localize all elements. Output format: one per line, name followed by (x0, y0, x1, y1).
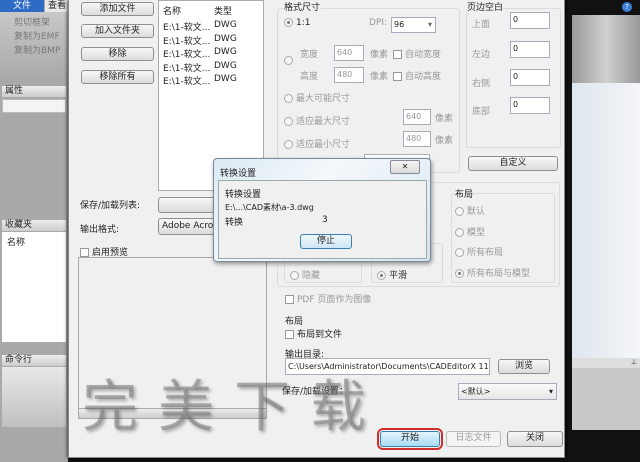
one-to-one-label: 1:1 (296, 18, 311, 28)
browse-button[interactable]: 浏览 (498, 359, 550, 374)
radio-max-size[interactable]: 最大可能尺寸 (284, 91, 350, 104)
layout-to-file-checkbox[interactable]: 布局到文件 (285, 327, 342, 340)
ribbon-copy-bmp[interactable]: 复制为BMP (14, 43, 60, 56)
col-name[interactable]: 名称 (163, 4, 181, 17)
right-panel: ? ⊥ (565, 0, 640, 462)
radio-layout-all[interactable]: 所有布局 (455, 245, 503, 258)
file-row-type[interactable]: DWG (214, 61, 237, 71)
log-file-button[interactable]: 日志文件 (446, 431, 501, 447)
layout-section-label: 布局 (285, 317, 304, 327)
close-icon: ✕ (401, 162, 409, 171)
radio-smooth[interactable]: 平滑 (377, 268, 407, 281)
progress-convert-count: 3 (322, 215, 328, 225)
layout-options-group: 布局 默认 模型 所有布局 所有布局与模型 (451, 187, 555, 283)
file-row-name[interactable]: E:\1-软文... (163, 61, 210, 74)
file-row-type[interactable]: DWG (214, 47, 237, 57)
dpi-label: DPI: (369, 18, 388, 28)
format-size-title: 格式尺寸 (283, 0, 322, 13)
add-folder-button[interactable]: 加入文件夹 (81, 24, 154, 38)
margins-title: 页边空白 (467, 0, 504, 13)
progress-heading: 转换设置 (225, 190, 262, 200)
custom-button[interactable]: 自定义 (468, 156, 558, 171)
file-row-name[interactable]: E:\1-软文... (163, 47, 210, 60)
properties-row[interactable] (2, 99, 66, 113)
format-size-group: 格式尺寸 1:1 DPI: 96 ▾ 宽度 640 像素 自动宽度 高度 480 … (277, 0, 460, 173)
favorites-list[interactable]: 名称 (2, 232, 66, 342)
fit-max-pixel: 像素 (435, 114, 454, 124)
file-row-name[interactable]: E:\1-软文... (163, 74, 210, 87)
close-button[interactable]: 关闭 (507, 431, 563, 447)
layout-options-title: 布局 (455, 187, 474, 200)
help-icon[interactable]: ? (622, 2, 632, 12)
margins-group: 页边空白 上面 0 左边 0 右侧 0 底部 0 (466, 0, 561, 148)
file-row-name[interactable]: E:\1-软文... (163, 34, 210, 47)
margin-right-label: 右侧 (472, 79, 491, 89)
margin-bottom-input[interactable]: 0 (510, 97, 550, 114)
progress-dialog: 转换设置 ✕ 转换设置 E:\...\CAD素材\a-3.dwg 转换 3 停止 (213, 158, 431, 262)
fit-max-input[interactable]: 640 (403, 109, 431, 125)
command-area[interactable] (2, 367, 66, 427)
radio-custom-size[interactable] (284, 56, 296, 66)
pin-icon[interactable]: ⊥ (572, 358, 640, 368)
menu-tab-file[interactable]: 文件 (0, 0, 44, 12)
left-panel: 文件 查看 剪切框架 复制为EMF 复制为BMP 属性 收藏夹 名称 命令行 (0, 0, 68, 462)
fit-min-input[interactable]: 480 (403, 131, 431, 147)
favorites-col-name: 名称 (7, 238, 26, 248)
radio-layout-default[interactable]: 默认 (455, 204, 485, 217)
file-row-type[interactable]: DWG (214, 20, 237, 30)
settings-select[interactable]: <默认> ▾ (458, 383, 557, 400)
remove-button[interactable]: 移除 (81, 47, 154, 61)
file-row-name[interactable]: E:\1-软文... (163, 20, 210, 33)
width-input[interactable]: 640 (334, 45, 364, 61)
menu-tab-view[interactable]: 查看 (45, 0, 68, 12)
progress-convert-label: 转换 (225, 218, 244, 228)
pdf-as-image-checkbox[interactable]: PDF 页面作为图像 (285, 292, 371, 305)
ribbon-copy-emf[interactable]: 复制为EMF (14, 29, 60, 42)
col-type[interactable]: 类型 (214, 4, 232, 17)
dpi-select[interactable]: 96 ▾ (391, 17, 436, 33)
height-label: 高度 (300, 72, 319, 82)
remove-all-button[interactable]: 移除所有 (81, 70, 154, 84)
radio-one-to-one[interactable]: 1:1 (284, 18, 310, 28)
margin-top-input[interactable]: 0 (510, 12, 550, 29)
favorites-title: 收藏夹 (2, 220, 66, 231)
stop-button[interactable]: 停止 (300, 234, 352, 249)
width-pixel: 像素 (370, 50, 389, 60)
auto-height-checkbox[interactable]: 自动高度 (393, 69, 441, 82)
radio-fit-min[interactable]: 适应最小尺寸 (284, 137, 350, 150)
radio-hide[interactable]: 隐藏 (290, 268, 320, 281)
margin-left-label: 左边 (472, 50, 491, 60)
command-title: 命令行 (2, 355, 66, 366)
progress-path: E:\...\CAD素材\a-3.dwg (225, 203, 314, 212)
auto-width-checkbox[interactable]: 自动宽度 (393, 47, 441, 60)
ribbon: 剪切框架 复制为EMF 复制为BMP (0, 12, 68, 82)
margin-left-input[interactable]: 0 (510, 41, 550, 58)
height-pixel: 像素 (370, 72, 389, 82)
properties-title: 属性 (2, 86, 66, 97)
watermark: 完美下载 (82, 375, 386, 440)
start-button[interactable]: 开始 (377, 428, 443, 450)
margin-right-input[interactable]: 0 (510, 69, 550, 86)
ribbon-cut-frame[interactable]: 剪切框架 (14, 15, 50, 28)
height-input[interactable]: 480 (334, 67, 364, 83)
save-load-list-label: 保存/加载列表: (80, 201, 141, 211)
progress-dialog-title: 转换设置 (220, 169, 257, 179)
progress-body: 转换设置 E:\...\CAD素材\a-3.dwg 转换 3 停止 (218, 180, 427, 259)
radio-fit-max[interactable]: 适应最大尺寸 (284, 114, 350, 127)
progress-close-button[interactable]: ✕ (390, 160, 420, 174)
output-format-label: 输出格式: (80, 225, 120, 235)
margin-bottom-label: 底部 (472, 107, 491, 117)
margin-top-label: 上面 (472, 20, 491, 30)
width-label: 宽度 (300, 50, 319, 60)
file-row-type[interactable]: DWG (214, 74, 237, 84)
fit-min-pixel: 像素 (435, 136, 454, 146)
radio-layout-all-model[interactable]: 所有布局与模型 (455, 266, 530, 279)
radio-layout-model[interactable]: 模型 (455, 225, 485, 238)
file-row-type[interactable]: DWG (214, 34, 237, 44)
add-file-button[interactable]: 添加文件 (81, 2, 154, 16)
